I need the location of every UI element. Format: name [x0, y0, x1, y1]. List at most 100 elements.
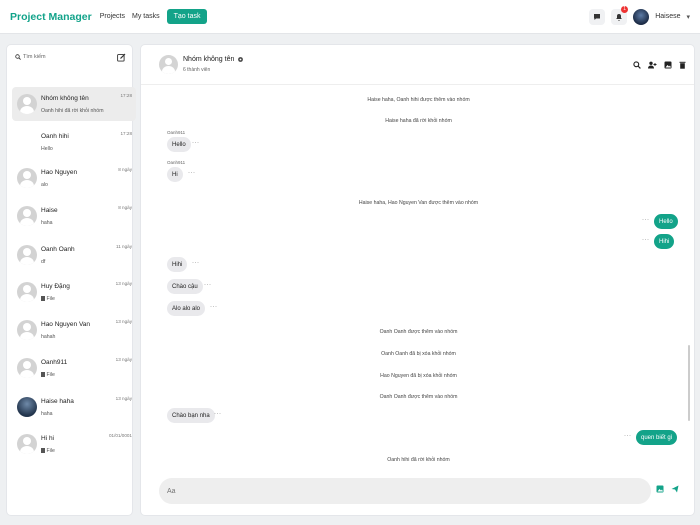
last-message-text: haha [41, 220, 53, 226]
user-avatar[interactable] [633, 8, 650, 25]
bell-icon [615, 13, 623, 21]
incoming-message-bubble[interactable]: Chào cậu [167, 279, 203, 294]
avatar [17, 434, 37, 454]
avatar [17, 94, 37, 114]
message-options-icon[interactable]: ··· [642, 217, 650, 223]
last-message-text: haha [41, 411, 53, 417]
system-message: Oanh Oanh được thêm vào nhóm [379, 394, 458, 400]
conversation-time: 13 ngày [115, 319, 132, 324]
brand-logo[interactable]: Project Manager [10, 11, 92, 23]
conversation-last-message: Hello [41, 146, 136, 152]
message-options-icon[interactable]: ··· [192, 260, 200, 266]
search-icon[interactable] [633, 60, 641, 69]
conversation-item[interactable]: Huy Đặng File 13 ngày [12, 275, 136, 309]
conversation-last-message: df [41, 259, 136, 265]
conversation-sidebar: Tìm kiếm Nhóm không tên Oanh hihi đã rời … [6, 44, 136, 516]
conversation-item[interactable]: Hao Nguyen Van hahah 13 ngày [12, 313, 136, 347]
trash-icon[interactable] [679, 61, 686, 69]
chat-header: Nhóm không tên 6 thành viên [141, 45, 694, 85]
file-icon [41, 372, 45, 377]
last-message-text: df [41, 259, 46, 265]
avatar [17, 206, 37, 226]
conversation-time: 13 ngày [115, 396, 132, 401]
conversation-search[interactable]: Tìm kiếm [7, 45, 132, 69]
chat-panel: Nhóm không tên 6 thành viên Haise haha, … [140, 44, 695, 516]
outgoing-message-bubble[interactable]: Hello [654, 214, 678, 229]
nav-link-projects[interactable]: Projects [100, 13, 125, 20]
message-options-icon[interactable]: ··· [210, 304, 218, 310]
group-title: Nhóm không tên [183, 56, 235, 63]
system-message: Oanh Oanh đã bị xóa khỏi nhóm [381, 351, 456, 357]
system-message: Oanh hihi đã rời khỏi nhóm [387, 457, 450, 463]
conversation-time: 8 ngày [118, 167, 132, 172]
create-task-button[interactable]: Tạo task [166, 9, 208, 24]
outgoing-message-bubble[interactable]: Hihi [654, 234, 675, 249]
message-input[interactable] [167, 487, 643, 495]
nav-link-my-tasks[interactable]: My tasks [132, 13, 160, 20]
conversation-last-message: Oanh hihi đã rời khỏi nhóm [41, 108, 136, 114]
outgoing-message-bubble[interactable]: quen biết gì [636, 430, 678, 445]
message-scrollbar[interactable] [688, 345, 690, 421]
avatar [17, 320, 37, 340]
new-message-icon[interactable] [117, 53, 126, 62]
last-message-text: hahah [41, 334, 56, 340]
conversation-item[interactable]: Oanh Oanh df 11 ngày [12, 238, 136, 272]
top-navbar: Project Manager Projects My tasks Tạo ta… [0, 0, 700, 34]
conversation-time: 8 ngày [118, 205, 132, 210]
last-message-text: File [46, 296, 55, 302]
last-message-text: Oanh hihi đã rời khỏi nhóm [41, 108, 104, 114]
message-options-icon[interactable]: ··· [624, 433, 632, 439]
last-message-text: Hello [41, 146, 53, 152]
system-message: Oanh Oanh được thêm vào nhóm [379, 329, 458, 335]
conversation-time: 11 ngày [115, 244, 132, 249]
group-avatar [159, 55, 178, 74]
conversation-time: 17:28 [120, 131, 133, 136]
message-list: Haise haha, Oanh hihi được thêm vào nhóm… [141, 86, 696, 472]
message-options-icon[interactable]: ··· [642, 237, 650, 243]
composer [159, 478, 651, 504]
message-options-icon[interactable]: ··· [214, 411, 222, 417]
conversation-last-message: File [41, 296, 136, 302]
attach-image-icon[interactable] [656, 485, 664, 493]
conversation-item[interactable]: Oanh hihi Hello 17:28 [12, 125, 136, 159]
conversation-time: 01/01/0001 [109, 433, 132, 438]
system-message: Haise haha, Hao Nguyen Van được thêm vào… [358, 200, 479, 206]
chat-button[interactable] [589, 8, 606, 25]
conversation-time: 17:28 [120, 93, 133, 98]
incoming-message-bubble[interactable]: Hello [167, 137, 191, 152]
gear-icon[interactable] [237, 56, 244, 63]
user-name[interactable]: Haisese [655, 13, 680, 20]
incoming-message-bubble[interactable]: Alo alo alo [167, 301, 206, 316]
add-member-icon[interactable] [648, 61, 657, 69]
message-options-icon[interactable]: ··· [204, 282, 212, 288]
conversation-item[interactable]: Haise haha 8 ngày [12, 199, 136, 233]
conversation-item[interactable]: Nhóm không tên Oanh hihi đã rời khỏi nhóm… [12, 87, 136, 121]
search-label: Tìm kiếm [23, 54, 46, 60]
conversation-last-message: haha [41, 220, 136, 226]
chevron-down-icon[interactable]: ▾ [686, 13, 690, 21]
search-icon [15, 54, 21, 60]
conversation-last-message: haha [41, 411, 136, 417]
conversation-item[interactable]: Hao Nguyen alo 8 ngày [12, 161, 136, 195]
avatar [17, 397, 37, 417]
conversation-item[interactable]: Hi hi File 01/01/0001 [12, 427, 136, 461]
system-message: Hao Nguyen đã bị xóa khỏi nhóm [380, 373, 457, 379]
incoming-message-bubble[interactable]: Hihi [167, 257, 188, 272]
conversation-last-message: File [41, 372, 136, 378]
file-icon [41, 296, 45, 301]
notification-button[interactable]: 1 [611, 5, 629, 25]
conversation-item[interactable]: Oanh911 File 13 ngày [12, 351, 136, 385]
incoming-message-bubble[interactable]: Hi [167, 167, 183, 182]
conversation-time: 13 ngày [115, 281, 132, 286]
conversation-time: 13 ngày [115, 357, 132, 362]
message-sender: Oanh911 [167, 130, 186, 135]
send-icon[interactable] [671, 485, 679, 493]
image-icon[interactable] [664, 61, 672, 69]
last-message-text: File [46, 372, 55, 378]
conversation-item[interactable]: Haise haha haha 13 ngày [12, 390, 136, 424]
incoming-message-bubble[interactable]: Chào bạn nha [167, 408, 215, 423]
chat-icon [593, 13, 601, 21]
message-options-icon[interactable]: ··· [188, 170, 196, 176]
last-message-text: File [46, 448, 55, 454]
message-options-icon[interactable]: ··· [192, 140, 200, 146]
